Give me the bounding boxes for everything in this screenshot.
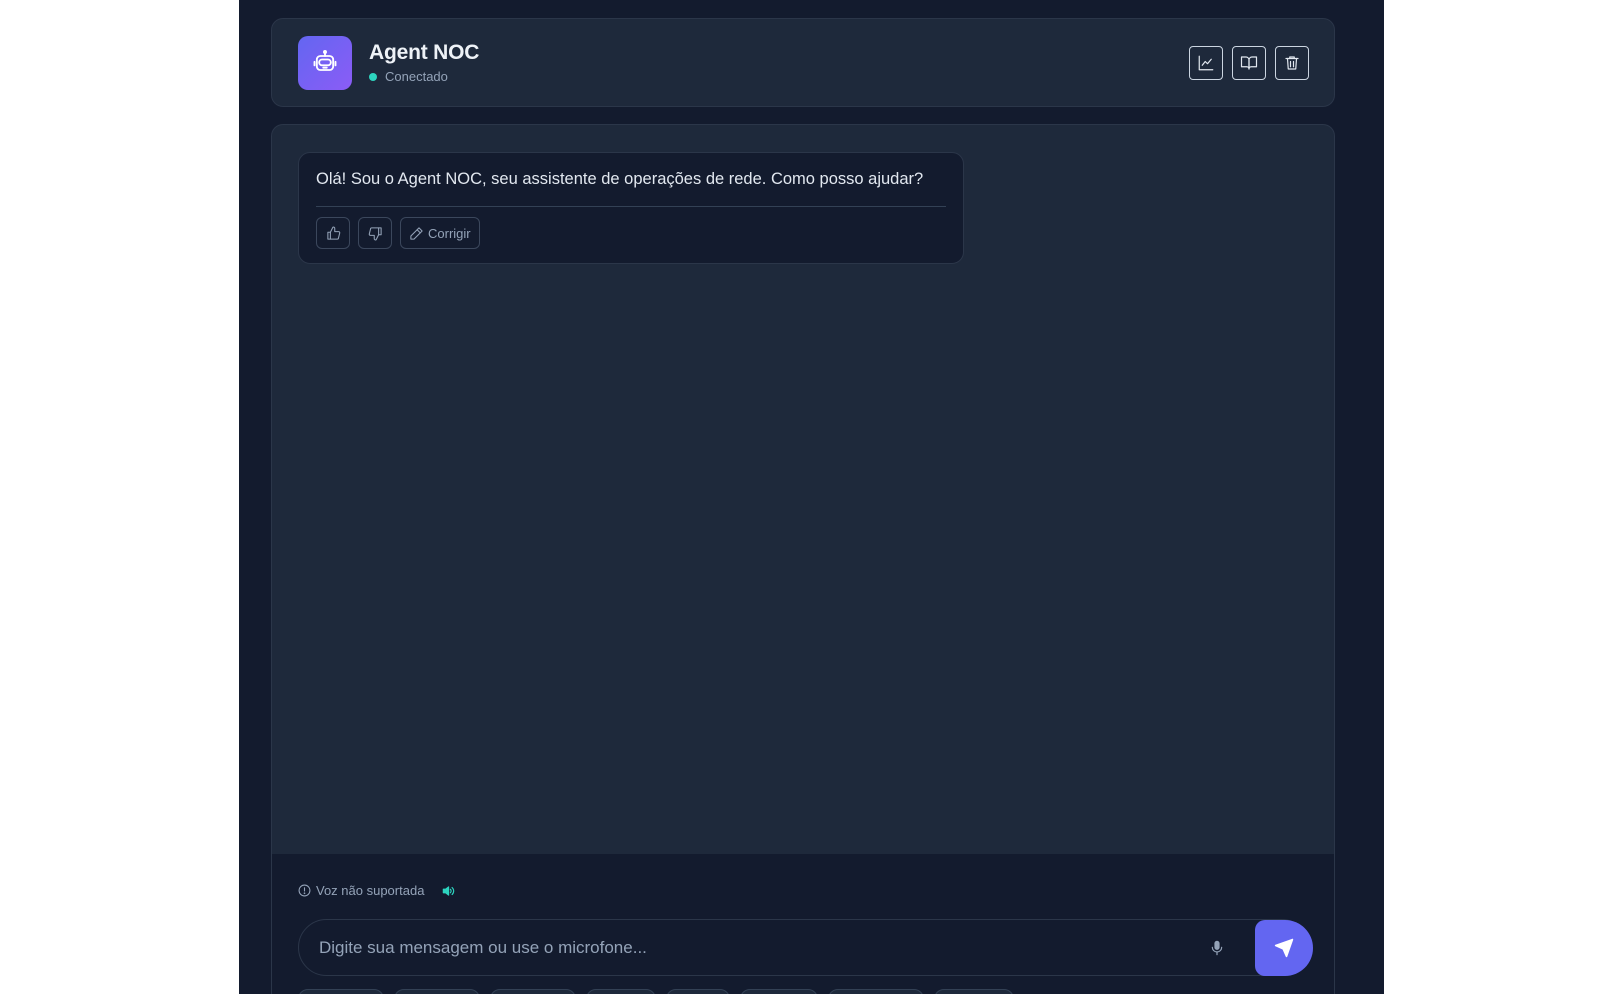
microphone-icon (1211, 940, 1223, 956)
assistant-message: Olá! Sou o Agent NOC, seu assistente de … (298, 152, 964, 264)
message-text: Olá! Sou o Agent NOC, seu assistente de … (316, 170, 924, 188)
speaker-toggle[interactable] (441, 884, 455, 898)
message-feedback: Corrigir (316, 217, 480, 249)
message-input-wrapper (298, 919, 1313, 976)
pencil-icon (410, 226, 423, 240)
voice-status-label: Voz não suportada (316, 883, 425, 898)
info-icon (298, 884, 311, 897)
suggestion-chip[interactable] (740, 989, 818, 994)
message-input[interactable] (319, 920, 1179, 975)
chat-app: Agent NOC Conectado Olá! Sou o Agent NOC… (239, 0, 1384, 994)
header-actions (1189, 46, 1309, 80)
correct-button[interactable]: Corrigir (400, 217, 480, 249)
composer: Voz não suportada (271, 854, 1335, 994)
correct-label: Corrigir (428, 225, 471, 241)
thumbs-down-icon (368, 226, 382, 240)
speaker-icon (443, 885, 455, 896)
message-divider (316, 206, 946, 207)
suggestion-chip[interactable] (298, 989, 384, 994)
robot-icon (313, 50, 337, 71)
message-list: Olá! Sou o Agent NOC, seu assistente de … (271, 124, 1335, 854)
send-button[interactable] (1255, 920, 1313, 976)
suggestion-chip[interactable] (828, 989, 924, 994)
agent-avatar (298, 36, 352, 90)
suggestion-chip[interactable] (666, 989, 730, 994)
chat-header: Agent NOC Conectado (271, 18, 1335, 107)
thumbs-down-button[interactable] (358, 217, 392, 249)
suggestion-chip[interactable] (934, 989, 1014, 994)
clear-chat-button[interactable] (1275, 46, 1309, 80)
suggestion-chip[interactable] (394, 989, 480, 994)
status-label: Conectado (385, 69, 448, 84)
suggestion-chips (298, 989, 1014, 994)
microphone-button[interactable] (1205, 936, 1229, 960)
agent-title: Agent NOC (369, 41, 480, 64)
suggestion-chip[interactable] (586, 989, 656, 994)
thumbs-up-button[interactable] (316, 217, 350, 249)
knowledge-base-button[interactable] (1232, 46, 1266, 80)
status-dot-icon (369, 72, 377, 81)
analytics-button[interactable] (1189, 46, 1223, 80)
line-chart-icon (1198, 55, 1214, 71)
trash-icon (1285, 56, 1299, 70)
suggestion-chip[interactable] (490, 989, 576, 994)
voice-status: Voz não suportada (298, 883, 455, 898)
book-icon (1240, 56, 1258, 70)
thumbs-up-icon (326, 226, 340, 240)
send-icon (1274, 938, 1294, 958)
connection-status: Conectado (369, 69, 448, 84)
